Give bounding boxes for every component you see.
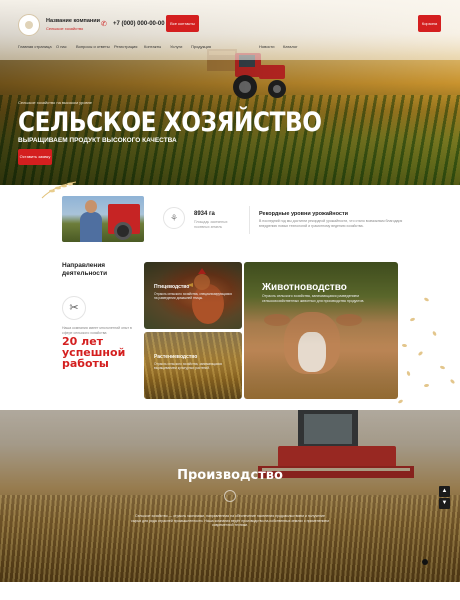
production-section: Производство Сельское хозяйство — отрасл… — [0, 410, 460, 582]
record-description: В последний год мы достигли рекордной ур… — [259, 219, 403, 228]
card-poultry-desc: Отрасль сельского хозяйства, специализир… — [154, 292, 232, 300]
card-crop-title: Растениеводство — [154, 354, 198, 360]
farmer-photo-person — [80, 212, 102, 242]
company-logo[interactable] — [18, 14, 40, 36]
nav-item-services[interactable]: Услуги — [170, 44, 182, 49]
order-button[interactable]: Оставить заявку — [18, 149, 52, 165]
area-value: 8934 га — [194, 211, 215, 217]
main-nav: Главная страница О нас Вопросы и ответы … — [0, 44, 460, 52]
directions-description: Наша компания имеет многолетний опыт в с… — [62, 326, 132, 335]
nav-item-about[interactable]: О нас — [56, 44, 67, 49]
nav-item-faq[interactable]: Вопросы и ответы — [76, 44, 110, 49]
farmer-photo-head — [85, 200, 97, 213]
nav-item-catalog[interactable]: Каталог — [283, 44, 298, 49]
directions-title: Направления деятельности — [62, 262, 108, 277]
area-description: Площадь засеянных посевных земель — [194, 220, 228, 229]
card-livestock[interactable]: Животноводство Отрасль сельского хозяйст… — [244, 262, 398, 399]
nav-item-registration[interactable]: Регистрация — [114, 44, 137, 49]
hero-section: Название компании Сельское хозяйство ✆ +… — [0, 0, 460, 185]
hero-subtitle: ВЫРАЩИВАЕМ ПРОДУКТ ВЫСОКОГО КАЧЕСТВА — [18, 137, 177, 144]
farmer-photo-wheel — [114, 222, 132, 240]
production-title: Производство — [177, 468, 283, 483]
card-crop-desc: Отрасль сельского хозяйства, занимающаяс… — [154, 362, 222, 370]
field-area-icon: ⚘ — [163, 207, 185, 229]
nav-item-news[interactable]: Новости — [259, 44, 274, 49]
chevron-up-icon: ▲ — [441, 488, 448, 494]
company-tagline: Сельское хозяйство — [46, 26, 84, 31]
years-of-work: 20 лет успешной работы — [62, 335, 126, 370]
hero-title: СЕЛЬСКОЕ ХОЗЯЙСТВО — [18, 107, 322, 138]
card-poultry-title: Птицеводство — [154, 284, 190, 290]
footer-strip — [0, 582, 460, 600]
scroll-indicator-icon[interactable] — [422, 559, 428, 565]
chevron-down-icon: ▼ — [441, 500, 448, 506]
stats-divider — [249, 206, 250, 234]
card-crop-overlay — [144, 332, 242, 399]
farmer-photo — [62, 196, 144, 242]
card-crop[interactable]: Растениеводство Отрасль сельского хозяйс… — [144, 332, 242, 399]
cart-button[interactable]: Корзина — [418, 15, 441, 32]
card-livestock-desc: Отрасль сельского хозяйства, занимающаяс… — [262, 294, 365, 303]
tools-icon: ✂ — [62, 296, 86, 320]
hero-kicker: Сельское хозяйство на высоком уровне — [18, 100, 93, 105]
nav-item-contacts[interactable]: Контакты — [144, 44, 161, 49]
card-livestock-title: Животноводство — [262, 282, 347, 293]
record-title: Рекордные уровни урожайности — [259, 211, 349, 217]
scroll-down-button[interactable]: ▼ — [439, 498, 450, 509]
production-logo-icon — [224, 490, 236, 502]
phone-number[interactable]: +7 (000) 000-00-00 — [113, 21, 165, 27]
card-poultry[interactable]: Птицеводство Отрасль сельского хозяйства… — [144, 262, 242, 329]
nav-item-products[interactable]: Продукция — [191, 44, 211, 49]
scroll-up-button[interactable]: ▲ — [439, 486, 450, 497]
production-description: Сельское хозяйство — отрасль экономики, … — [131, 514, 329, 527]
nav-item-home[interactable]: Главная страница — [18, 44, 52, 49]
phone-icon: ✆ — [101, 21, 107, 28]
company-name: Название компании — [46, 18, 100, 24]
contacts-button[interactable]: Все контакты — [166, 15, 199, 32]
